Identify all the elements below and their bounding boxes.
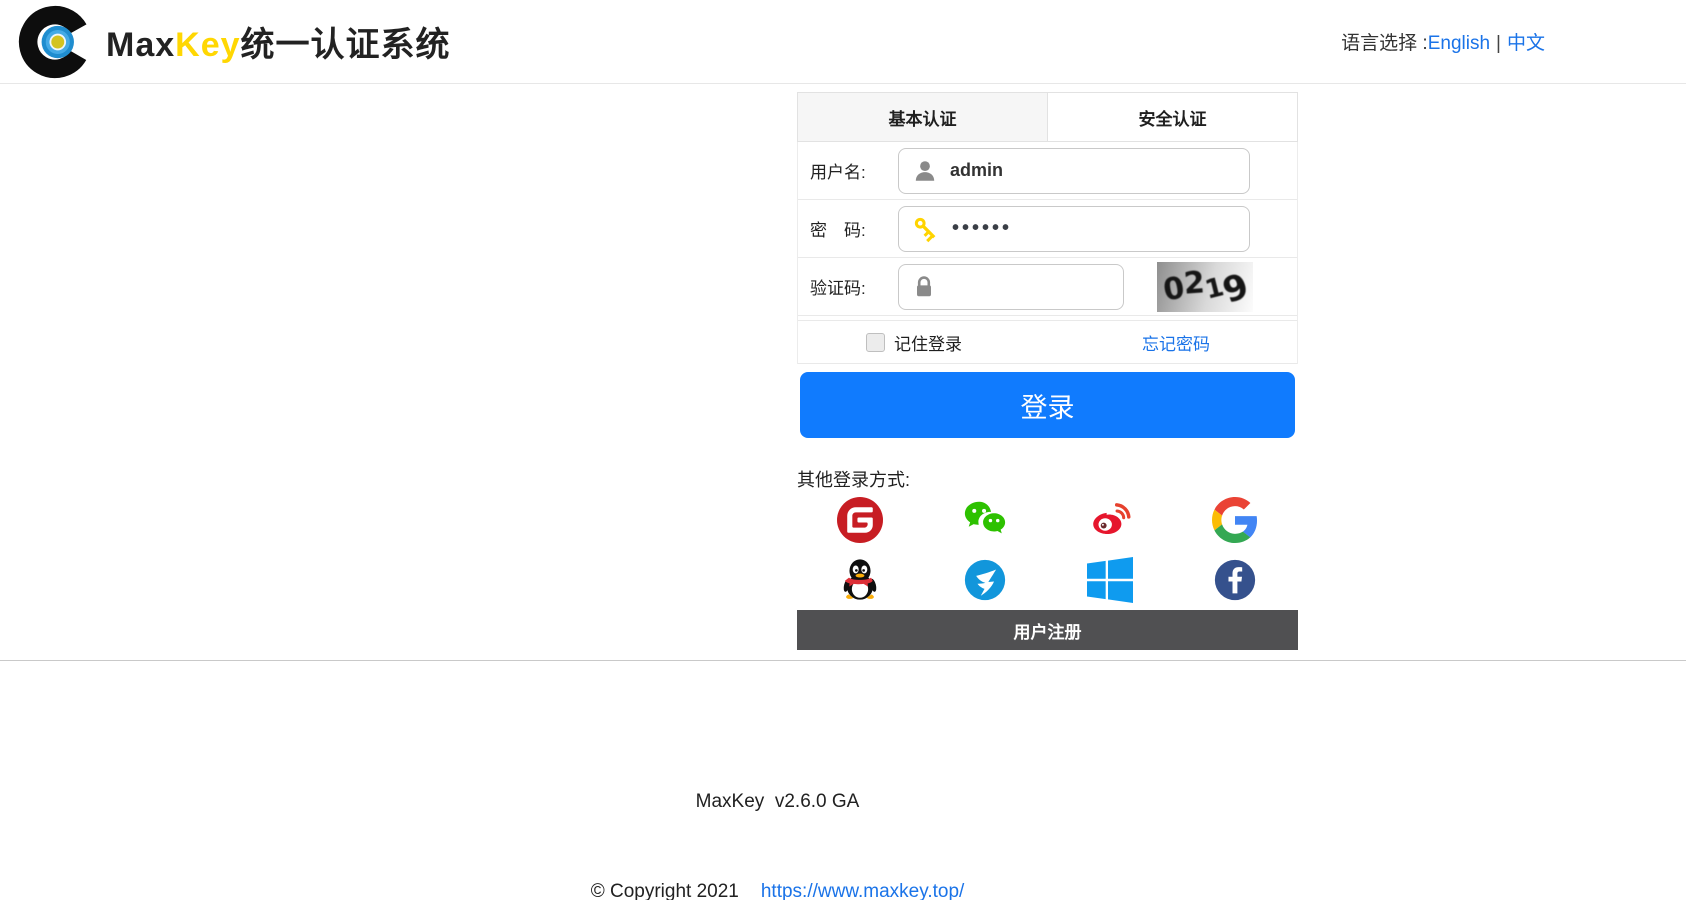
gitee-icon [836, 497, 883, 543]
maxkey-logo [18, 5, 92, 78]
language-selector: 语言选择 :English | 中文 [1341, 28, 1545, 55]
remember-label: 记住登录 [894, 334, 962, 354]
username-input[interactable] [950, 150, 1249, 191]
login-providers [797, 494, 1298, 606]
tab-basic-auth[interactable]: 基本认证 [798, 93, 1048, 141]
lock-icon [917, 275, 931, 296]
footer-version: MaxKey v2.6.0 GA [695, 791, 860, 812]
weibo-icon [1093, 503, 1131, 534]
login-provider-wechat[interactable] [922, 494, 1047, 546]
brand-key: Key [175, 26, 241, 64]
login-provider-google[interactable] [1173, 494, 1298, 546]
footer-text: MaxKey v2.6.0 GA © Copyright 2021 https:/… [0, 661, 1555, 900]
login-provider-microsoft[interactable] [1048, 554, 1173, 606]
username-label: 用户名: [810, 163, 866, 182]
main-area: 基本认证 安全认证 用户名: 密 码: [0, 85, 1686, 660]
microsoft-windows-icon [1087, 557, 1134, 603]
password-input-wrap [898, 205, 1250, 252]
footer-copyright: © Copyright 2021 [590, 881, 739, 900]
login-button[interactable]: 登录 [800, 372, 1295, 438]
other-methods-label: 其他登录方式: [797, 470, 911, 490]
register-bar[interactable]: 用户注册 [797, 610, 1298, 650]
captcha-input-wrap [898, 263, 1124, 310]
brand-suffix: 统一认证系统 [240, 26, 451, 64]
footer-maxkey-link[interactable]: https://www.maxkey.top/ [761, 881, 964, 900]
brand: MaxKey统一认证系统 [18, 5, 451, 79]
remember-row: 记住登录 忘记密码 [798, 320, 1297, 364]
password-row: 密 码: [798, 200, 1297, 258]
login-form: 用户名: 密 码: [797, 142, 1298, 364]
forgot-password-link[interactable]: 忘记密码 [1142, 330, 1210, 355]
login-provider-dingtalk[interactable] [922, 554, 1047, 606]
username-input-wrap [898, 147, 1250, 194]
dingtalk-icon [964, 559, 1005, 601]
footer-copyright-line: © Copyright 2021 https://www.maxkey.top/ [0, 877, 1555, 900]
captcha-image[interactable]: 0219 [1157, 261, 1253, 312]
maxkey-login-page: MaxKey统一认证系统 语言选择 :English | 中文 基本认证 安全认证 … [0, 0, 1686, 900]
user-icon [915, 160, 935, 181]
captcha-input[interactable] [948, 266, 1123, 307]
google-icon [1212, 497, 1258, 543]
tab-secure-auth[interactable]: 安全认证 [1048, 93, 1297, 141]
auth-tabs: 基本认证 安全认证 [797, 92, 1298, 142]
captcha-label: 验证码: [810, 279, 866, 298]
login-provider-facebook[interactable] [1173, 554, 1298, 606]
facebook-icon [1215, 559, 1256, 601]
password-input[interactable] [952, 208, 1249, 249]
login-provider-qq[interactable] [797, 554, 922, 606]
captcha-row: 验证码: 0219 [798, 258, 1297, 316]
password-label: 密 码: [810, 221, 866, 240]
remember-group: 记住登录 [866, 330, 962, 355]
login-panel: 基本认证 安全认证 用户名: 密 码: [797, 92, 1298, 650]
username-row: 用户名: [798, 142, 1297, 200]
page-title: MaxKey统一认证系统 [106, 17, 451, 66]
language-chinese-link[interactable]: 中文 [1507, 33, 1545, 54]
key-icon [914, 217, 936, 242]
login-provider-gitee[interactable] [797, 494, 922, 546]
qq-icon [843, 559, 876, 600]
remember-checkbox[interactable] [866, 332, 885, 352]
language-label: 语言选择 : [1341, 33, 1428, 54]
header: MaxKey统一认证系统 语言选择 :English | 中文 [0, 0, 1686, 84]
language-english-link[interactable]: English [1428, 33, 1490, 54]
footer: MaxKey v2.6.0 GA © Copyright 2021 https:/… [0, 660, 1686, 900]
language-divider: | [1496, 33, 1501, 54]
brand-max: Max [106, 26, 176, 64]
wechat-icon [964, 501, 1005, 534]
login-provider-weibo[interactable] [1048, 494, 1173, 546]
